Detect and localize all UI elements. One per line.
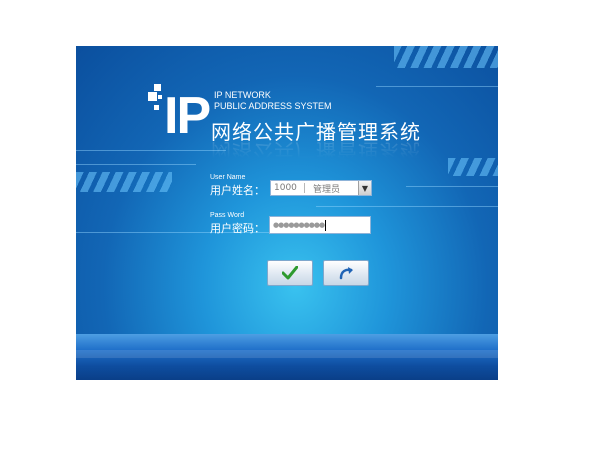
username-select[interactable]: 1000 管理员 ▼	[270, 180, 372, 196]
check-icon	[282, 266, 298, 280]
password-label: 用户密码：	[210, 222, 265, 235]
select-separator	[304, 183, 305, 193]
deco-line	[76, 150, 226, 151]
username-id: 1000	[274, 183, 297, 193]
deco-line	[76, 164, 196, 165]
logo-square	[154, 105, 159, 110]
left-stripes	[76, 172, 172, 192]
chevron-down-icon[interactable]: ▼	[358, 181, 371, 195]
logo-square	[148, 92, 157, 101]
right-stripes	[448, 158, 498, 176]
text-caret	[325, 219, 327, 231]
username-label-en: User Name	[210, 174, 246, 181]
password-field[interactable]: ●●●●●●●●●●	[269, 216, 371, 234]
footer-highlight	[76, 350, 498, 358]
logo-square	[158, 95, 162, 99]
logo-square	[154, 84, 161, 91]
deco-line	[316, 206, 498, 207]
logo-ip-text: IP	[164, 87, 211, 145]
username-label: 用户姓名：	[210, 184, 265, 197]
password-mask: ●●●●●●●●●●	[273, 221, 325, 229]
brand-line1: IP NETWORK	[214, 90, 271, 100]
deco-line	[376, 86, 498, 87]
login-button[interactable]	[267, 260, 313, 286]
system-title-reflection: 网络公共广播管理系统	[211, 139, 421, 163]
login-panel: IP IP NETWORK PUBLIC ADDRESS SYSTEM 网络公共…	[76, 46, 498, 380]
brand-line2: PUBLIC ADDRESS SYSTEM	[214, 101, 332, 111]
footer-bar	[76, 334, 498, 380]
undo-arrow-icon	[339, 267, 353, 280]
cancel-button[interactable]	[323, 260, 369, 286]
brand-english-text: IP NETWORK PUBLIC ADDRESS SYSTEM	[214, 90, 332, 112]
username-name: 管理员	[313, 184, 341, 195]
top-right-stripes	[394, 46, 498, 68]
deco-line	[406, 186, 498, 187]
password-label-en: Pass Word	[210, 212, 245, 219]
